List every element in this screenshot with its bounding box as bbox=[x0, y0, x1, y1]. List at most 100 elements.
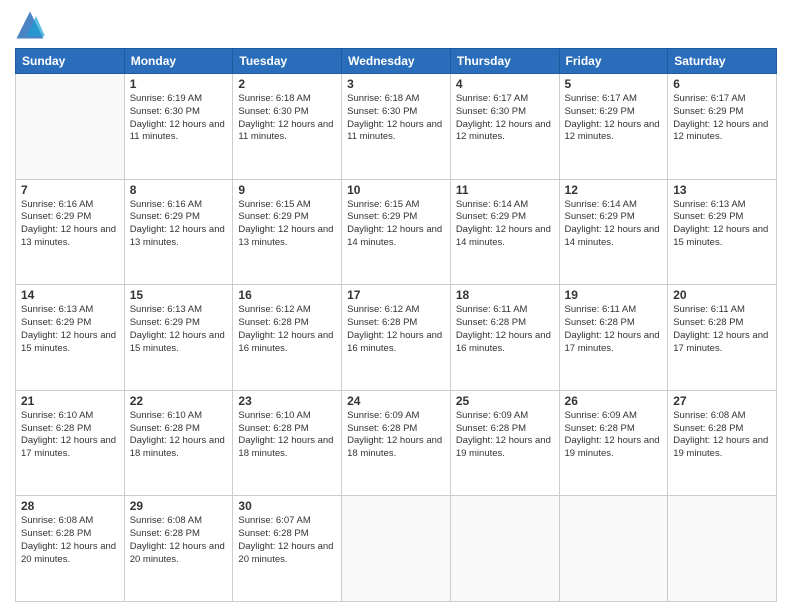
week-row-5: 28 Sunrise: 6:08 AM Sunset: 6:28 PM Dayli… bbox=[16, 496, 777, 602]
day-number: 5 bbox=[565, 77, 663, 91]
day-number: 2 bbox=[238, 77, 336, 91]
day-cell: 26 Sunrise: 6:09 AM Sunset: 6:28 PM Dayli… bbox=[559, 390, 668, 496]
day-number: 9 bbox=[238, 183, 336, 197]
day-cell: 21 Sunrise: 6:10 AM Sunset: 6:28 PM Dayli… bbox=[16, 390, 125, 496]
day-number: 8 bbox=[130, 183, 228, 197]
day-info: Sunrise: 6:07 AM Sunset: 6:28 PM Dayligh… bbox=[238, 515, 336, 566]
calendar-table: SundayMondayTuesdayWednesdayThursdayFrid… bbox=[15, 48, 777, 602]
day-number: 19 bbox=[565, 288, 663, 302]
day-info: Sunrise: 6:14 AM Sunset: 6:29 PM Dayligh… bbox=[456, 199, 554, 250]
day-info: Sunrise: 6:19 AM Sunset: 6:30 PM Dayligh… bbox=[130, 93, 228, 144]
day-number: 21 bbox=[21, 394, 119, 408]
day-info: Sunrise: 6:10 AM Sunset: 6:28 PM Dayligh… bbox=[21, 410, 119, 461]
week-row-2: 7 Sunrise: 6:16 AM Sunset: 6:29 PM Daylig… bbox=[16, 179, 777, 285]
day-cell: 16 Sunrise: 6:12 AM Sunset: 6:28 PM Dayli… bbox=[233, 285, 342, 391]
day-info: Sunrise: 6:12 AM Sunset: 6:28 PM Dayligh… bbox=[347, 304, 445, 355]
day-cell bbox=[342, 496, 451, 602]
day-number: 4 bbox=[456, 77, 554, 91]
day-info: Sunrise: 6:13 AM Sunset: 6:29 PM Dayligh… bbox=[673, 199, 771, 250]
day-number: 11 bbox=[456, 183, 554, 197]
day-cell: 5 Sunrise: 6:17 AM Sunset: 6:29 PM Daylig… bbox=[559, 74, 668, 180]
day-number: 24 bbox=[347, 394, 445, 408]
day-number: 16 bbox=[238, 288, 336, 302]
day-number: 30 bbox=[238, 499, 336, 513]
calendar-header: SundayMondayTuesdayWednesdayThursdayFrid… bbox=[16, 49, 777, 74]
header-day-friday: Friday bbox=[559, 49, 668, 74]
day-number: 22 bbox=[130, 394, 228, 408]
day-cell bbox=[450, 496, 559, 602]
header-day-tuesday: Tuesday bbox=[233, 49, 342, 74]
day-cell: 14 Sunrise: 6:13 AM Sunset: 6:29 PM Dayli… bbox=[16, 285, 125, 391]
day-info: Sunrise: 6:11 AM Sunset: 6:28 PM Dayligh… bbox=[673, 304, 771, 355]
calendar-body: 1Sunrise: 6:19 AM Sunset: 6:30 PM Daylig… bbox=[16, 74, 777, 602]
day-info: Sunrise: 6:16 AM Sunset: 6:29 PM Dayligh… bbox=[21, 199, 119, 250]
day-info: Sunrise: 6:15 AM Sunset: 6:29 PM Dayligh… bbox=[347, 199, 445, 250]
day-cell: 23 Sunrise: 6:10 AM Sunset: 6:28 PM Dayli… bbox=[233, 390, 342, 496]
day-cell bbox=[16, 74, 125, 180]
day-cell: 17 Sunrise: 6:12 AM Sunset: 6:28 PM Dayli… bbox=[342, 285, 451, 391]
day-info: Sunrise: 6:10 AM Sunset: 6:28 PM Dayligh… bbox=[238, 410, 336, 461]
day-cell: 3Sunrise: 6:18 AM Sunset: 6:30 PM Daylig… bbox=[342, 74, 451, 180]
day-cell: 8Sunrise: 6:16 AM Sunset: 6:29 PM Daylig… bbox=[124, 179, 233, 285]
day-info: Sunrise: 6:17 AM Sunset: 6:30 PM Dayligh… bbox=[456, 93, 554, 144]
day-cell: 18 Sunrise: 6:11 AM Sunset: 6:28 PM Dayli… bbox=[450, 285, 559, 391]
day-info: Sunrise: 6:13 AM Sunset: 6:29 PM Dayligh… bbox=[21, 304, 119, 355]
header-row: SundayMondayTuesdayWednesdayThursdayFrid… bbox=[16, 49, 777, 74]
header-day-wednesday: Wednesday bbox=[342, 49, 451, 74]
day-number: 7 bbox=[21, 183, 119, 197]
day-number: 12 bbox=[565, 183, 663, 197]
day-cell: 7 Sunrise: 6:16 AM Sunset: 6:29 PM Daylig… bbox=[16, 179, 125, 285]
day-cell: 15 Sunrise: 6:13 AM Sunset: 6:29 PM Dayli… bbox=[124, 285, 233, 391]
day-info: Sunrise: 6:11 AM Sunset: 6:28 PM Dayligh… bbox=[456, 304, 554, 355]
day-number: 27 bbox=[673, 394, 771, 408]
day-number: 23 bbox=[238, 394, 336, 408]
day-number: 25 bbox=[456, 394, 554, 408]
day-info: Sunrise: 6:18 AM Sunset: 6:30 PM Dayligh… bbox=[347, 93, 445, 144]
day-cell: 6Sunrise: 6:17 AM Sunset: 6:29 PM Daylig… bbox=[668, 74, 777, 180]
day-cell: 27 Sunrise: 6:08 AM Sunset: 6:28 PM Dayli… bbox=[668, 390, 777, 496]
day-number: 20 bbox=[673, 288, 771, 302]
page-header bbox=[15, 10, 777, 40]
day-number: 6 bbox=[673, 77, 771, 91]
day-info: Sunrise: 6:17 AM Sunset: 6:29 PM Dayligh… bbox=[565, 93, 663, 144]
day-info: Sunrise: 6:13 AM Sunset: 6:29 PM Dayligh… bbox=[130, 304, 228, 355]
day-cell: 28 Sunrise: 6:08 AM Sunset: 6:28 PM Dayli… bbox=[16, 496, 125, 602]
day-number: 28 bbox=[21, 499, 119, 513]
day-info: Sunrise: 6:08 AM Sunset: 6:28 PM Dayligh… bbox=[21, 515, 119, 566]
day-number: 10 bbox=[347, 183, 445, 197]
day-cell: 13Sunrise: 6:13 AM Sunset: 6:29 PM Dayli… bbox=[668, 179, 777, 285]
day-cell: 11 Sunrise: 6:14 AM Sunset: 6:29 PM Dayli… bbox=[450, 179, 559, 285]
logo-icon bbox=[15, 10, 45, 40]
day-number: 14 bbox=[21, 288, 119, 302]
day-info: Sunrise: 6:09 AM Sunset: 6:28 PM Dayligh… bbox=[347, 410, 445, 461]
day-cell bbox=[668, 496, 777, 602]
week-row-1: 1Sunrise: 6:19 AM Sunset: 6:30 PM Daylig… bbox=[16, 74, 777, 180]
day-number: 17 bbox=[347, 288, 445, 302]
day-cell: 25 Sunrise: 6:09 AM Sunset: 6:28 PM Dayli… bbox=[450, 390, 559, 496]
day-number: 18 bbox=[456, 288, 554, 302]
header-day-saturday: Saturday bbox=[668, 49, 777, 74]
day-info: Sunrise: 6:09 AM Sunset: 6:28 PM Dayligh… bbox=[456, 410, 554, 461]
week-row-4: 21 Sunrise: 6:10 AM Sunset: 6:28 PM Dayli… bbox=[16, 390, 777, 496]
day-info: Sunrise: 6:11 AM Sunset: 6:28 PM Dayligh… bbox=[565, 304, 663, 355]
day-number: 26 bbox=[565, 394, 663, 408]
day-info: Sunrise: 6:12 AM Sunset: 6:28 PM Dayligh… bbox=[238, 304, 336, 355]
day-info: Sunrise: 6:15 AM Sunset: 6:29 PM Dayligh… bbox=[238, 199, 336, 250]
day-cell: 19 Sunrise: 6:11 AM Sunset: 6:28 PM Dayli… bbox=[559, 285, 668, 391]
day-cell: 10 Sunrise: 6:15 AM Sunset: 6:29 PM Dayli… bbox=[342, 179, 451, 285]
day-number: 29 bbox=[130, 499, 228, 513]
day-cell bbox=[559, 496, 668, 602]
day-info: Sunrise: 6:14 AM Sunset: 6:29 PM Dayligh… bbox=[565, 199, 663, 250]
day-cell: 9 Sunrise: 6:15 AM Sunset: 6:29 PM Daylig… bbox=[233, 179, 342, 285]
day-cell: 20 Sunrise: 6:11 AM Sunset: 6:28 PM Dayli… bbox=[668, 285, 777, 391]
day-cell: 2 Sunrise: 6:18 AM Sunset: 6:30 PM Daylig… bbox=[233, 74, 342, 180]
day-cell: 29Sunrise: 6:08 AM Sunset: 6:28 PM Dayli… bbox=[124, 496, 233, 602]
day-cell: 1Sunrise: 6:19 AM Sunset: 6:30 PM Daylig… bbox=[124, 74, 233, 180]
day-info: Sunrise: 6:09 AM Sunset: 6:28 PM Dayligh… bbox=[565, 410, 663, 461]
day-info: Sunrise: 6:10 AM Sunset: 6:28 PM Dayligh… bbox=[130, 410, 228, 461]
day-info: Sunrise: 6:08 AM Sunset: 6:28 PM Dayligh… bbox=[673, 410, 771, 461]
day-info: Sunrise: 6:18 AM Sunset: 6:30 PM Dayligh… bbox=[238, 93, 336, 144]
logo bbox=[15, 10, 49, 40]
week-row-3: 14 Sunrise: 6:13 AM Sunset: 6:29 PM Dayli… bbox=[16, 285, 777, 391]
day-number: 15 bbox=[130, 288, 228, 302]
